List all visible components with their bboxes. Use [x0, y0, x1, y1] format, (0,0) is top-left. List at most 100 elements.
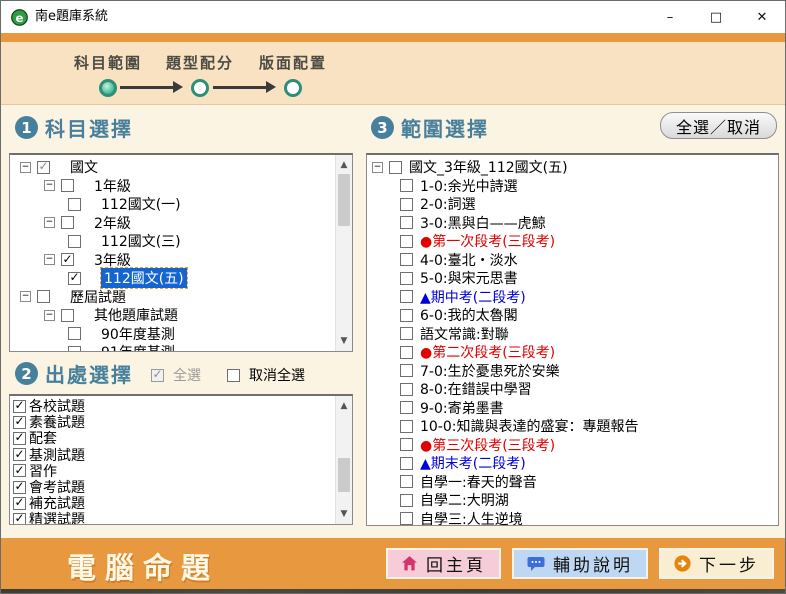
tree-row[interactable]: ●第一次段考(三段考) — [367, 232, 778, 251]
scroll-up-icon[interactable]: ▲ — [336, 157, 352, 173]
tree-row[interactable]: 4-0:臺北・淡水 — [367, 251, 778, 270]
source-list-scrollbar[interactable]: ▲ ▼ — [335, 396, 352, 524]
tree-checkbox[interactable] — [400, 290, 413, 304]
tree-row[interactable]: − 2年級 — [10, 214, 335, 233]
source-item-checkbox[interactable] — [13, 496, 26, 510]
tree-row[interactable]: − 1年級 — [10, 177, 335, 196]
tree-checkbox[interactable] — [400, 197, 413, 211]
scroll-down-icon[interactable]: ▼ — [336, 333, 352, 349]
deselect-all-checkbox-group[interactable]: 取消全選 — [227, 365, 305, 385]
tree-row[interactable]: 112國文(一) — [10, 195, 335, 214]
source-item-checkbox[interactable] — [13, 464, 26, 478]
tree-checkbox[interactable] — [400, 234, 413, 248]
tree-checkbox[interactable] — [400, 179, 413, 193]
collapse-icon[interactable]: − — [20, 161, 31, 173]
tree-checkbox[interactable] — [400, 216, 413, 230]
tree-row[interactable]: 91年度基測 — [10, 343, 335, 351]
tree-checkbox[interactable] — [61, 179, 74, 193]
source-item-checkbox[interactable] — [13, 448, 26, 462]
tree-checkbox[interactable] — [68, 271, 81, 285]
tree-row[interactable]: 6-0:我的太魯閣 — [367, 306, 778, 325]
tree-row[interactable]: 112國文(三) — [10, 232, 335, 251]
tree-row[interactable]: 1-0:余光中詩選 — [367, 177, 778, 196]
tree-row[interactable]: − 其他題庫試題 — [10, 306, 335, 325]
tree-row[interactable]: 自學二:大明湖 — [367, 491, 778, 510]
tree-row[interactable]: ●第二次段考(三段考) — [367, 343, 778, 362]
tree-checkbox[interactable] — [400, 438, 413, 452]
tree-checkbox[interactable] — [400, 475, 413, 489]
step-circle-3[interactable] — [284, 79, 302, 97]
tree-checkbox[interactable] — [400, 493, 413, 507]
collapse-icon[interactable]: − — [44, 309, 55, 321]
tree-row[interactable]: − 國文_3年級_112國文(五) — [367, 158, 778, 177]
deselect-all-checkbox[interactable] — [227, 368, 240, 382]
scrollbar-thumb[interactable] — [338, 458, 350, 492]
tree-row[interactable]: 自學一:春天的聲音 — [367, 473, 778, 492]
tree-row[interactable]: − 歷屆試題 — [10, 288, 335, 307]
source-item-checkbox[interactable] — [13, 480, 26, 494]
tree-checkbox[interactable] — [400, 345, 413, 359]
step-circle-1[interactable] — [99, 79, 117, 97]
tree-row[interactable]: ●第三次段考(三段考) — [367, 436, 778, 455]
home-button[interactable]: 回主頁 — [386, 548, 501, 579]
source-list-item[interactable]: 精選試題 — [10, 511, 335, 524]
subject-tree-scrollbar[interactable]: ▲ ▼ — [335, 155, 352, 351]
tree-row[interactable]: 10-0:知識與表達的盛宴：專題報告 — [367, 417, 778, 436]
next-step-button[interactable]: 下一步 — [659, 548, 774, 579]
tree-checkbox[interactable] — [400, 271, 413, 285]
select-all-checkbox[interactable] — [151, 368, 164, 382]
tree-checkbox[interactable] — [400, 512, 413, 525]
tree-checkbox[interactable] — [61, 308, 74, 322]
step-circle-2[interactable] — [191, 79, 209, 97]
tree-checkbox[interactable] — [68, 345, 81, 351]
minimize-button[interactable]: – — [647, 1, 693, 33]
select-all-toggle-button[interactable]: 全選／取消 — [660, 112, 777, 139]
maximize-button[interactable]: □ — [693, 1, 739, 33]
tree-checkbox[interactable] — [400, 401, 413, 415]
source-item-checkbox[interactable] — [13, 399, 26, 413]
help-button[interactable]: 輔助說明 — [512, 548, 648, 579]
source-item-checkbox[interactable] — [13, 431, 26, 445]
source-list-item[interactable]: 基測試題 — [10, 447, 335, 464]
tree-row[interactable]: − 3年級 — [10, 251, 335, 270]
scrollbar-thumb[interactable] — [338, 174, 350, 226]
tree-checkbox[interactable] — [68, 327, 81, 341]
tree-checkbox[interactable] — [400, 364, 413, 378]
tree-checkbox[interactable] — [389, 160, 402, 174]
tree-checkbox[interactable] — [400, 419, 413, 433]
tree-checkbox[interactable] — [400, 308, 413, 322]
tree-row[interactable]: − 國文 — [10, 158, 335, 177]
source-item-checkbox[interactable] — [13, 415, 26, 429]
source-item-checkbox[interactable] — [13, 512, 26, 524]
tree-checkbox[interactable] — [37, 290, 50, 304]
tree-row[interactable]: 2-0:詞選 — [367, 195, 778, 214]
tree-row[interactable]: 5-0:與宋元思書 — [367, 269, 778, 288]
tree-checkbox[interactable] — [400, 382, 413, 396]
tree-row[interactable]: ▲期末考(二段考) — [367, 454, 778, 473]
select-all-checkbox-group[interactable]: 全選 — [151, 365, 201, 385]
tree-checkbox[interactable] — [61, 216, 74, 230]
tree-checkbox[interactable] — [400, 456, 413, 470]
tree-row[interactable]: 語文常識:對聯 — [367, 325, 778, 344]
collapse-icon[interactable]: − — [44, 180, 55, 192]
scroll-down-icon[interactable]: ▼ — [336, 506, 352, 522]
tree-row[interactable]: ▲期中考(二段考) — [367, 288, 778, 307]
tree-row[interactable]: 8-0:在錯誤中學習 — [367, 380, 778, 399]
tree-row[interactable]: 112國文(五) — [10, 267, 335, 290]
scroll-up-icon[interactable]: ▲ — [336, 398, 352, 414]
tree-checkbox[interactable] — [400, 253, 413, 267]
tree-row[interactable]: 90年度基測 — [10, 325, 335, 344]
tree-row[interactable]: 自學三:人生逆境 — [367, 510, 778, 525]
tree-row[interactable]: 7-0:生於憂患死於安樂 — [367, 362, 778, 381]
tree-row[interactable]: 9-0:寄弟墨書 — [367, 399, 778, 418]
close-button[interactable]: ✕ — [739, 1, 785, 33]
tree-checkbox[interactable] — [400, 327, 413, 341]
collapse-icon[interactable]: − — [20, 291, 31, 303]
collapse-icon[interactable]: − — [44, 254, 55, 266]
tree-checkbox[interactable] — [37, 160, 50, 174]
tree-checkbox[interactable] — [61, 253, 74, 267]
tree-checkbox[interactable] — [68, 197, 81, 211]
source-list-item[interactable]: 素養試題 — [10, 414, 335, 431]
tree-checkbox[interactable] — [68, 234, 81, 248]
tree-row[interactable]: 3-0:黑與白——虎鯨 — [367, 214, 778, 233]
